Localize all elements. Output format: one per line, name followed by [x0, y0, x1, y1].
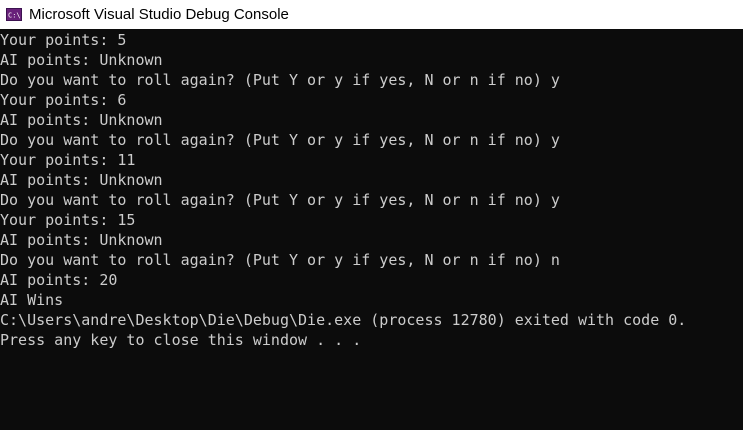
console-line: AI points: Unknown: [0, 231, 163, 249]
console-line: C:\Users\andre\Desktop\Die\Debug\Die.exe…: [0, 311, 687, 329]
console-line: Do you want to roll again? (Put Y or y i…: [0, 251, 560, 269]
console-line: AI Wins: [0, 291, 64, 309]
console-line: AI points: 20: [0, 271, 118, 289]
console-line: Do you want to roll again? (Put Y or y i…: [0, 191, 560, 209]
window-title: Microsoft Visual Studio Debug Console: [29, 6, 289, 23]
console-line: Your points: 15: [0, 211, 136, 229]
console-app-icon: C:\: [6, 8, 22, 21]
title-bar[interactable]: C:\ Microsoft Visual Studio Debug Consol…: [0, 0, 743, 29]
console-line: Do you want to roll again? (Put Y or y i…: [0, 71, 560, 89]
console-glyph-icon: C:\: [7, 9, 21, 20]
console-line: AI points: Unknown: [0, 51, 163, 69]
console-line: Your points: 6: [0, 91, 127, 109]
console-line: AI points: Unknown: [0, 111, 163, 129]
svg-text:C:\: C:\: [8, 12, 21, 20]
console-line: Your points: 11: [0, 151, 136, 169]
console-line: Press any key to close this window . . .: [0, 331, 362, 349]
console-output[interactable]: Your points: 5 AI points: Unknown Do you…: [0, 30, 743, 430]
debug-console-window: C:\ Microsoft Visual Studio Debug Consol…: [0, 0, 743, 430]
console-line: Your points: 5: [0, 31, 127, 49]
console-line: AI points: Unknown: [0, 171, 163, 189]
console-line: Do you want to roll again? (Put Y or y i…: [0, 131, 560, 149]
